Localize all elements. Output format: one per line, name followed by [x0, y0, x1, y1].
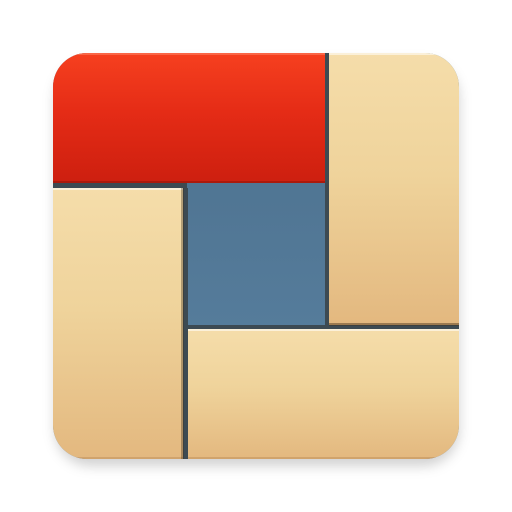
- wood-block-left-vertical: [53, 188, 183, 459]
- block-edge-shadow: [181, 188, 184, 459]
- wood-block-right-vertical: [329, 53, 459, 325]
- wood-block-bottom-horizontal: [188, 329, 459, 459]
- red-block: [53, 53, 325, 183]
- gap-divider: [53, 183, 187, 188]
- block-edge-shadow: [329, 323, 459, 326]
- icon-stage: [0, 0, 512, 512]
- sliding-block-puzzle-icon[interactable]: [53, 53, 459, 459]
